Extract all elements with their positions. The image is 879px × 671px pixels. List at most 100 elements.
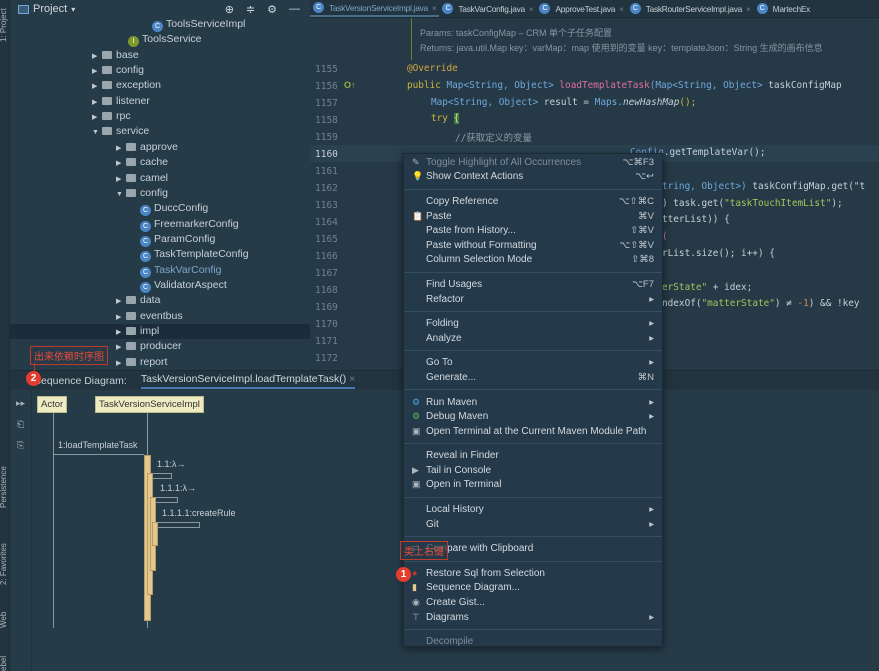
tree-item[interactable]: C ParamConfig — [10, 232, 310, 247]
menu-item-sequence-diagram[interactable]: ▮ Sequence Diagram... — [404, 581, 662, 596]
lifeline-taskversionserviceimpl[interactable]: TaskVersionServiceImpl — [95, 396, 204, 413]
menu-item-copy-reference[interactable]: Copy Reference ⌥⇧⌘C — [404, 194, 662, 209]
tool-tab-persistence[interactable]: Persistence — [0, 466, 8, 508]
menu-item-refactor[interactable]: Refactor ▸ — [404, 292, 662, 307]
menu-item-run-maven[interactable]: ⚙ Run Maven ▸ — [404, 395, 662, 410]
tab-sequence-diagram[interactable]: TaskVersionServiceImpl.loadTemplateTask(… — [140, 373, 356, 389]
expanded-arrow-icon[interactable]: ▼ — [116, 187, 126, 202]
tree-item[interactable]: ▶ config — [10, 63, 310, 78]
locate-icon[interactable]: ⊕ — [225, 3, 234, 16]
menu-item-generate[interactable]: Generate... ⌘N — [404, 370, 662, 385]
close-tab-icon[interactable]: × — [619, 4, 624, 14]
menu-item-local-history[interactable]: Local History ▸ — [404, 502, 662, 517]
collapsed-arrow-icon[interactable]: ▶ — [92, 110, 102, 125]
project-title[interactable]: Project — [33, 3, 67, 15]
close-icon[interactable]: × — [349, 373, 355, 385]
editor-tab[interactable]: C TaskVarConfig.java × — [439, 0, 536, 17]
menu-item-git[interactable]: Git ▸ — [404, 517, 662, 532]
self-call-arrow-2 — [156, 497, 178, 503]
tool-tab-rebel[interactable]: ebel — [0, 656, 8, 671]
message-label-2[interactable]: 1.1:λ→ — [157, 459, 186, 469]
tree-item[interactable]: ▶ data — [10, 293, 310, 308]
tree-item[interactable]: C ToolsServiceImpl — [10, 17, 310, 32]
menu-item-decompile[interactable]: Decompile — [404, 634, 662, 649]
collapsed-arrow-icon[interactable]: ▶ — [92, 95, 102, 110]
tool-tab-favorites[interactable]: 2: Favorites — [0, 543, 8, 585]
menu-item-label: Paste from History... — [426, 225, 516, 237]
tree-item[interactable]: C FreemarkerConfig — [10, 217, 310, 232]
tool-tab-project[interactable]: 1: Project — [0, 8, 8, 42]
collapsed-arrow-icon[interactable]: ▶ — [92, 49, 102, 64]
collapsed-arrow-icon[interactable]: ▶ — [116, 294, 126, 309]
lifeline-actor[interactable]: Actor — [37, 396, 68, 413]
menu-item-create-gist[interactable]: ◉ Create Gist... — [404, 595, 662, 610]
collapsed-arrow-icon[interactable]: ▶ — [116, 310, 126, 325]
tree-item[interactable]: C ValidatorAspect — [10, 278, 310, 293]
tree-item-label: ValidatorAspect — [154, 278, 227, 291]
tree-item[interactable]: ▼ config — [10, 186, 310, 201]
collapse-all-icon[interactable]: ≑ — [246, 3, 255, 16]
fast-forward-icon[interactable]: ▸▸ — [16, 398, 25, 409]
menu-item-open-in-terminal[interactable]: ▣ Open in Terminal — [404, 478, 662, 493]
export-icon[interactable]: ⎗ — [17, 419, 24, 430]
close-tab-icon[interactable]: × — [746, 4, 751, 14]
chevron-down-icon[interactable]: ▾ — [71, 5, 75, 14]
expanded-arrow-icon[interactable]: ▼ — [92, 125, 102, 140]
gear-icon[interactable]: ⚙ — [267, 3, 277, 16]
collapsed-arrow-icon[interactable]: ▶ — [116, 172, 126, 187]
menu-item-show-context-actions[interactable]: 💡 Show Context Actions ⌥↩ — [404, 170, 662, 185]
collapsed-arrow-icon[interactable]: ▶ — [92, 64, 102, 79]
editor-tab[interactable]: C TaskVersionServiceImpl.java × — [310, 0, 440, 17]
collapsed-arrow-icon[interactable]: ▶ — [92, 79, 102, 94]
collapsed-arrow-icon[interactable]: ▶ — [116, 325, 126, 340]
menu-item-paste-from-history[interactable]: Paste from History... ⇧⌘V — [404, 223, 662, 238]
message-label-4[interactable]: 1.1.1.1:createRule — [162, 508, 236, 518]
collapsed-arrow-icon[interactable]: ▶ — [116, 340, 126, 355]
message-label-1[interactable]: 1:loadTemplateTask — [58, 440, 138, 450]
override-gutter-icon[interactable]: O↑ — [344, 80, 356, 90]
editor-tab[interactable]: C ApproveTest.java × — [536, 0, 626, 17]
file-icon[interactable]: ⎘ — [17, 440, 24, 451]
tree-item[interactable]: I ToolsService — [10, 32, 310, 48]
menu-shortcut: ⌥⇧⌘C — [618, 195, 654, 207]
message-label-3[interactable]: 1.1.1:λ→ — [160, 483, 196, 493]
tree-item[interactable]: ▶ cache — [10, 155, 310, 170]
collapsed-arrow-icon[interactable]: ▶ — [116, 356, 126, 371]
menu-item-analyze[interactable]: Analyze ▸ — [404, 331, 662, 346]
menu-item-paste[interactable]: 📋 Paste ⌘V — [404, 209, 662, 224]
tree-item[interactable]: C TaskTemplateConfig — [10, 247, 310, 263]
menu-item-debug-maven[interactable]: ⚙ Debug Maven ▸ — [404, 409, 662, 424]
tree-item[interactable]: ▶ listener — [10, 94, 310, 109]
collapsed-arrow-icon[interactable]: ▶ — [116, 141, 126, 156]
tree-item[interactable]: ▼ service — [10, 124, 310, 139]
menu-item-open-terminal-at-the-current-maven-module-path[interactable]: ▣ Open Terminal at the Current Maven Modu… — [404, 424, 662, 439]
tree-item[interactable]: ▶ camel — [10, 171, 310, 186]
menu-item-paste-without-formatting[interactable]: Paste without Formatting ⌥⇧⌘V — [404, 238, 662, 253]
menu-item-go-to[interactable]: Go To ▸ — [404, 356, 662, 371]
tree-item[interactable]: ▶ base — [10, 48, 310, 63]
menu-item-restore-sql-from-selection[interactable]: ● Restore Sql from Selection — [404, 566, 662, 581]
tree-item[interactable]: ▶ approve — [10, 140, 310, 155]
menu-item-reveal-in-finder[interactable]: Reveal in Finder — [404, 449, 662, 464]
tree-item[interactable]: ▶ exception — [10, 78, 310, 93]
editor-tab[interactable]: C TaskRouterServiceImpl.java × — [627, 0, 754, 17]
tree-item[interactable]: ▶ eventbus — [10, 309, 310, 324]
menu-item-diagrams[interactable]: ⊤ Diagrams ▸ — [404, 610, 662, 625]
close-tab-icon[interactable]: × — [432, 3, 437, 13]
tree-item[interactable]: C TaskVarConfig — [10, 263, 310, 278]
menu-item-toggle-highlight-of-all-occurrences[interactable]: ✎ Toggle Highlight of All Occurrences ⌥⌘F3 — [404, 155, 662, 170]
tool-tab-web[interactable]: Web — [0, 612, 8, 628]
tree-item-label: producer — [140, 340, 182, 353]
tree-item[interactable]: ▶ rpc — [10, 109, 310, 124]
menu-item-tail-in-console[interactable]: ▶ Tail in Console — [404, 463, 662, 478]
collapsed-arrow-icon[interactable]: ▶ — [116, 156, 126, 171]
tree-item[interactable]: C DuccConfig — [10, 201, 310, 217]
menu-shortcut: ⌘V — [638, 210, 654, 222]
minimize-icon[interactable]: — — [289, 3, 300, 16]
menu-item-column-selection-mode[interactable]: Column Selection Mode ⇧⌘8 — [404, 253, 662, 268]
editor-tab[interactable]: C MartechEx — [754, 0, 813, 17]
close-tab-icon[interactable]: × — [529, 4, 534, 14]
menu-item-folding[interactable]: Folding ▸ — [404, 316, 662, 331]
menu-item-find-usages[interactable]: Find Usages ⌥F7 — [404, 277, 662, 292]
tree-item[interactable]: ▶ impl — [10, 324, 310, 339]
